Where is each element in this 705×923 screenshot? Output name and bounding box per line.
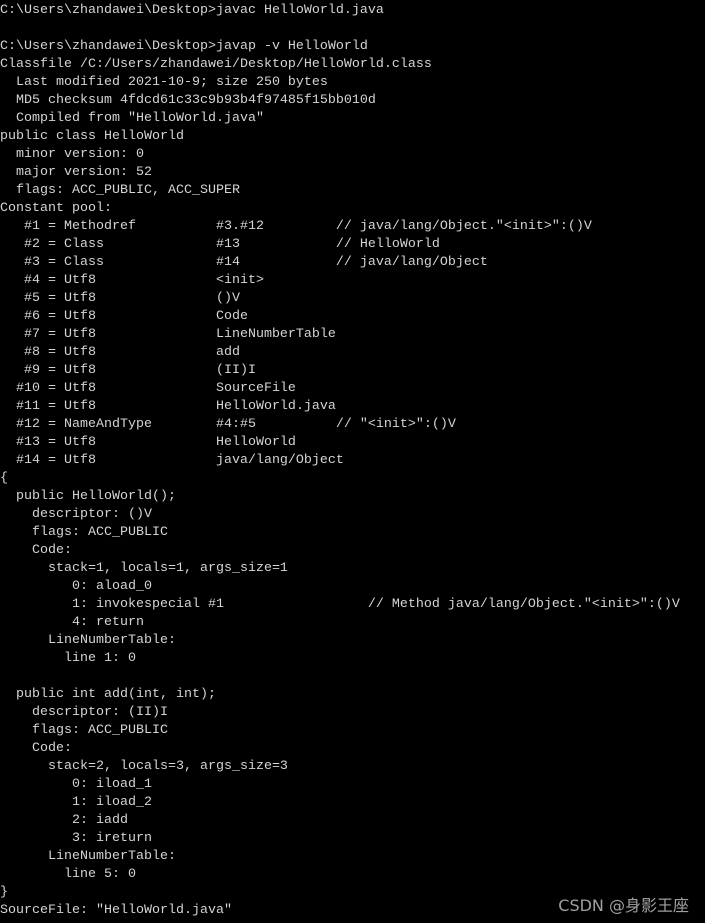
console-line: 0: aload_0 <box>0 579 152 594</box>
console-line: public class HelloWorld <box>0 129 184 144</box>
console-line: stack=1, locals=1, args_size=1 <box>0 561 288 576</box>
console-line: { <box>0 471 8 486</box>
console-line: major version: 52 <box>0 165 152 180</box>
console-line: flags: ACC_PUBLIC <box>0 723 168 738</box>
console-line: flags: ACC_PUBLIC, ACC_SUPER <box>0 183 240 198</box>
console-line: Code: <box>0 543 72 558</box>
console-line: line 1: 0 <box>0 651 136 666</box>
console-line: LineNumberTable: <box>0 633 176 648</box>
console-line: #5 = Utf8 ()V <box>0 291 240 306</box>
console-line: Last modified 2021-10-9; size 250 bytes <box>0 75 328 90</box>
console-line: minor version: 0 <box>0 147 144 162</box>
console-line: #7 = Utf8 LineNumberTable <box>0 327 336 342</box>
console-line: 2: iadd <box>0 813 128 828</box>
console-line: stack=2, locals=3, args_size=3 <box>0 759 288 774</box>
console-line: Compiled from "HelloWorld.java" <box>0 111 264 126</box>
console-line: #6 = Utf8 Code <box>0 309 248 324</box>
console-line: MD5 checksum 4fdcd61c33c9b93b4f97485f15b… <box>0 93 376 108</box>
console-line: line 5: 0 <box>0 867 136 882</box>
console-line: #14 = Utf8 java/lang/Object <box>0 453 344 468</box>
console-line: 3: ireturn <box>0 831 152 846</box>
console-output: C:\Users\zhandawei\Desktop>javac HelloWo… <box>0 2 705 920</box>
console-line: #4 = Utf8 <init> <box>0 273 264 288</box>
console-line: C:\Users\zhandawei\Desktop>javap -v Hell… <box>0 39 368 54</box>
console-line: descriptor: (II)I <box>0 705 168 720</box>
console-line: #11 = Utf8 HelloWorld.java <box>0 399 336 414</box>
console-line: #2 = Class #13 // HelloWorld <box>0 237 440 252</box>
console-line: public int add(int, int); <box>0 687 216 702</box>
console-line: 4: return <box>0 615 144 630</box>
console-line: Constant pool: <box>0 201 112 216</box>
console-line: 1: iload_2 <box>0 795 152 810</box>
console-line: #10 = Utf8 SourceFile <box>0 381 296 396</box>
console-line: descriptor: ()V <box>0 507 152 522</box>
console-line: #12 = NameAndType #4:#5 // "<init>":()V <box>0 417 456 432</box>
console-line: Code: <box>0 741 72 756</box>
console-line: LineNumberTable: <box>0 849 176 864</box>
console-line: Classfile /C:/Users/zhandawei/Desktop/He… <box>0 57 432 72</box>
console-line: 0: iload_1 <box>0 777 152 792</box>
console-line: #8 = Utf8 add <box>0 345 240 360</box>
console-line: #13 = Utf8 HelloWorld <box>0 435 296 450</box>
console-line: 1: invokespecial #1 // Method java/lang/… <box>0 597 680 612</box>
console-line: flags: ACC_PUBLIC <box>0 525 168 540</box>
console-line: C:\Users\zhandawei\Desktop>javac HelloWo… <box>0 3 384 18</box>
console-line: public HelloWorld(); <box>0 489 176 504</box>
console-line: #3 = Class #14 // java/lang/Object <box>0 255 488 270</box>
csdn-watermark: CSDN @身影王座 <box>558 896 689 915</box>
console-line: #9 = Utf8 (II)I <box>0 363 256 378</box>
console-line: #1 = Methodref #3.#12 // java/lang/Objec… <box>0 219 592 234</box>
